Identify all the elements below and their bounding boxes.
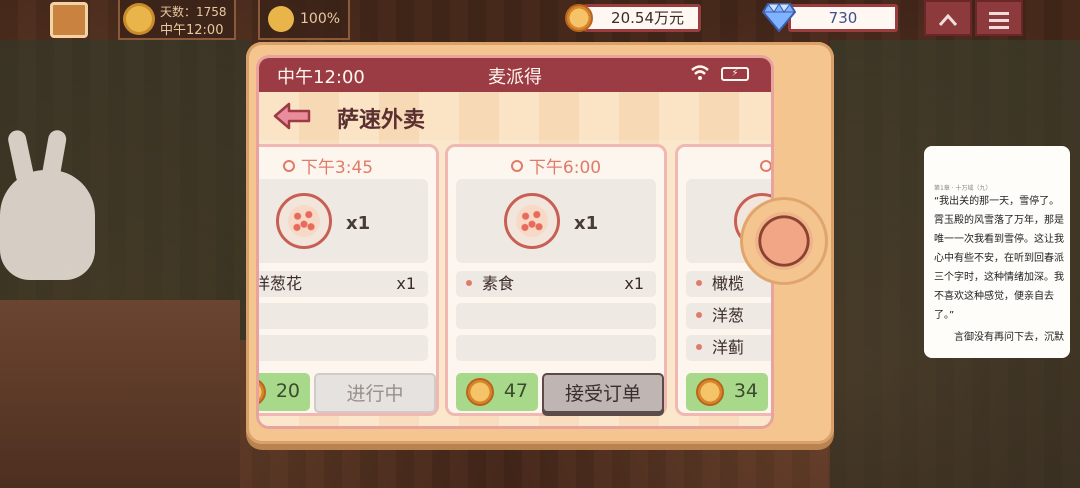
clock-icon xyxy=(510,160,523,172)
order-card: 下午6:00 x1 素食 x1 47 接受订单 xyxy=(445,144,667,416)
reader-paragraph: “我出关的那一天，雪停了。霄玉殿的风雪落了万年，那是唯一一次我看到雪停。这让我心… xyxy=(934,196,1064,321)
title-bar: 萨速外卖 xyxy=(259,92,771,140)
sun-icon xyxy=(126,6,152,32)
order-card: 下午3:45 x1 洋葱花 x1 20 进行中 xyxy=(259,144,439,416)
ingredient-row: 洋葱 xyxy=(686,303,771,329)
ingredient-row: 洋蓟 xyxy=(686,335,771,361)
gem-display[interactable]: 730 xyxy=(760,0,900,36)
ingredient-row: 素食 x1 xyxy=(456,271,656,297)
collapse-button[interactable] xyxy=(924,0,972,36)
mood-panel: 100% xyxy=(258,0,350,40)
order-time: 下午6:00 xyxy=(448,153,664,178)
mood-percent: 100% xyxy=(300,11,341,27)
order-time: 下午3:45 xyxy=(259,153,436,178)
player-avatar[interactable] xyxy=(50,2,88,38)
reader-overlay[interactable]: 第1章 · 十万域（九） “我出关的那一天，雪停了。霄玉殿的风雪落了万年，那是唯… xyxy=(924,146,1070,358)
day-counter: 天数：1758 xyxy=(160,5,227,19)
menu-button[interactable] xyxy=(975,0,1023,36)
ingredient-row-empty xyxy=(456,335,656,361)
background-counter xyxy=(0,300,240,488)
phone-status-bar: 中午12:00 麦派得 ⚡ xyxy=(259,58,771,92)
bunny-decoration xyxy=(0,128,95,280)
page-title: 萨速外卖 xyxy=(337,108,426,133)
ingredient-row-empty xyxy=(456,303,656,329)
ingredient-row-empty xyxy=(259,303,428,329)
money-value: 20.54万元 xyxy=(583,4,701,32)
money-display[interactable]: 20.54万元 xyxy=(565,0,703,36)
order-card: 下午 x1 橄榄 洋葱 洋蓟 34 xyxy=(675,144,771,416)
dish-quantity: x1 xyxy=(346,213,371,234)
pizza-icon xyxy=(276,193,332,249)
reader-chapter-header: 第1章 · 十万域（九） xyxy=(934,185,992,192)
coin-icon xyxy=(565,4,593,32)
coin-icon xyxy=(259,378,266,406)
dish-box: x1 xyxy=(259,179,428,263)
chevron-up-icon xyxy=(938,13,958,26)
clock-icon xyxy=(760,160,771,172)
clock-icon xyxy=(282,160,295,172)
dish-quantity: x1 xyxy=(574,213,599,234)
menu-icon xyxy=(989,12,1009,29)
battery-icon: ⚡ xyxy=(721,67,749,81)
coin-icon xyxy=(696,378,724,406)
accept-order-button[interactable]: 接受订单 xyxy=(542,373,664,413)
ingredient-row: 橄榄 xyxy=(686,271,771,297)
back-arrow-icon[interactable] xyxy=(273,101,311,131)
coin-icon xyxy=(466,378,494,406)
phone-screen: 中午12:00 麦派得 ⚡ 萨速外卖 下午3:45 x1 洋葱花 x1 20 进… xyxy=(259,58,771,426)
phone-home-button[interactable] xyxy=(743,200,825,282)
dish-box: x1 xyxy=(456,179,656,263)
ingredient-row-empty xyxy=(259,335,428,361)
smiley-icon xyxy=(268,6,294,32)
order-time: 下午 xyxy=(678,153,771,178)
day-time-panel: 天数：1758 中午12:00 xyxy=(118,0,236,40)
ingredient-row: 洋葱花 x1 xyxy=(259,271,428,297)
order-reward: 34 xyxy=(686,373,768,411)
game-time: 中午12:00 xyxy=(160,23,224,38)
gem-value: 730 xyxy=(788,4,898,32)
orders-list[interactable]: 下午3:45 x1 洋葱花 x1 20 进行中 下午6:00 x1 素食 x1 … xyxy=(259,140,771,426)
in-progress-button[interactable]: 进行中 xyxy=(314,373,436,413)
reader-paragraph: 言御没有再问下去，沉默 xyxy=(954,332,1064,343)
pizza-icon xyxy=(504,193,560,249)
order-reward: 20 xyxy=(259,373,310,411)
order-reward: 47 xyxy=(456,373,538,411)
diamond-icon xyxy=(762,3,796,32)
wifi-icon xyxy=(691,65,709,80)
